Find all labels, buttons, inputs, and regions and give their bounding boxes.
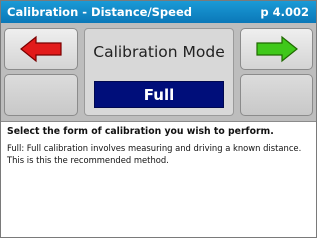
red-left-arrow-icon — [20, 35, 62, 63]
calibration-mode-title: Calibration Mode — [93, 43, 225, 61]
instruction-text: Select the form of calibration you wish … — [7, 126, 274, 137]
calibration-screen: Calibration - Distance/Speed p 4.002 Cal… — [0, 0, 317, 238]
description-panel: Select the form of calibration you wish … — [1, 121, 316, 237]
title-bar: Calibration - Distance/Speed p 4.002 — [1, 1, 316, 23]
page-number: p 4.002 — [260, 5, 309, 19]
previous-button[interactable] — [4, 28, 78, 70]
next-button[interactable] — [240, 28, 313, 70]
calibration-mode-panel: Calibration Mode Full — [84, 28, 234, 116]
green-right-arrow-icon — [255, 35, 298, 63]
blank-right-button[interactable] — [240, 74, 313, 116]
mode-description-text: Full: Full calibration involves measurin… — [7, 143, 302, 165]
calibration-mode-value[interactable]: Full — [94, 81, 224, 108]
screen-title: Calibration - Distance/Speed — [7, 5, 192, 19]
blank-left-button[interactable] — [4, 74, 78, 116]
control-area: Calibration Mode Full — [1, 23, 316, 121]
